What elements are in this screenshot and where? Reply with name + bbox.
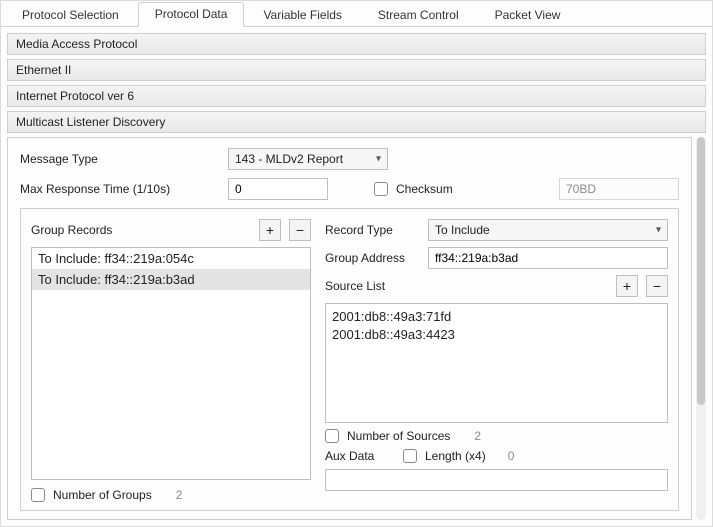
group-address-input[interactable] [428,247,668,269]
group-records-item[interactable]: To Include: ff34::219a:b3ad [32,269,310,290]
source-list[interactable]: 2001:db8::49a3:71fd 2001:db8::49a3:4423 [325,303,668,423]
num-groups-value: 2 [176,488,183,502]
row-record-type: Record Type To Include ▾ [325,219,668,241]
row-maxresp-checksum: Max Response Time (1/10s) Checksum [20,178,679,200]
message-type-value: 143 - MLDv2 Report [235,152,343,166]
message-type-select[interactable]: 143 - MLDv2 Report ▾ [228,148,388,170]
chevron-down-icon: ▾ [376,154,381,165]
section-eth[interactable]: Ethernet II [7,59,706,81]
group-records-remove-button[interactable]: − [289,219,311,241]
section-ipv6[interactable]: Internet Protocol ver 6 [7,85,706,107]
section-mac[interactable]: Media Access Protocol [7,33,706,55]
mld-panel-wrap: Message Type 143 - MLDv2 Report ▾ Max Re… [1,137,712,526]
num-groups-checkbox[interactable] [31,488,45,502]
max-resp-input[interactable] [228,178,328,200]
row-num-groups: Number of Groups 2 [31,488,311,502]
record-type-value: To Include [435,223,490,237]
group-records-area: Group Records + − To Include: ff34::219a… [20,208,679,511]
record-type-label: Record Type [325,223,420,237]
group-records-item[interactable]: To Include: ff34::219a:054c [32,248,310,269]
chevron-down-icon: ▾ [656,225,661,236]
section-mld[interactable]: Multicast Listener Discovery [7,111,706,133]
row-message-type: Message Type 143 - MLDv2 Report ▾ [20,148,679,170]
tab-variable-fields[interactable]: Variable Fields [246,3,358,27]
source-list-item[interactable]: 2001:db8::49a3:71fd [332,308,661,326]
num-groups-label: Number of Groups [53,488,152,502]
row-aux-data: Aux Data Length (x4) 0 [325,449,668,463]
tab-protocol-data[interactable]: Protocol Data [138,2,245,27]
source-list-item[interactable]: 2001:db8::49a3:4423 [332,326,661,344]
group-records-list[interactable]: To Include: ff34::219a:054c To Include: … [31,247,311,480]
checksum-value [559,178,679,200]
group-records-right: Record Type To Include ▾ Group Address S… [325,219,668,502]
aux-length-checkbox[interactable] [403,449,417,463]
group-records-add-button[interactable]: + [259,219,281,241]
tab-packet-view[interactable]: Packet View [478,3,578,27]
group-records-label: Group Records [31,223,112,237]
row-source-list-header: Source List + − [325,275,668,297]
source-list-remove-button[interactable]: − [646,275,668,297]
row-group-address: Group Address [325,247,668,269]
mld-panel: Message Type 143 - MLDv2 Report ▾ Max Re… [7,137,692,520]
max-resp-label: Max Response Time (1/10s) [20,182,220,196]
window: Protocol Selection Protocol Data Variabl… [0,0,713,527]
checksum-label: Checksum [396,182,453,196]
row-num-sources: Number of Sources 2 [325,429,668,443]
aux-data-input[interactable] [325,469,668,491]
tabstrip: Protocol Selection Protocol Data Variabl… [1,1,712,27]
protocol-sections: Media Access Protocol Ethernet II Intern… [1,27,712,137]
aux-length-value: 0 [508,449,515,463]
scrollbar-thumb[interactable] [697,137,705,405]
num-sources-value: 2 [474,429,481,443]
record-type-select[interactable]: To Include ▾ [428,219,668,241]
scrollbar-track [696,137,706,520]
panel-scrollbar[interactable] [696,137,706,520]
message-type-label: Message Type [20,152,220,166]
tab-stream-control[interactable]: Stream Control [361,3,476,27]
group-records-header: Group Records + − [31,219,311,241]
aux-data-label: Aux Data [325,449,395,463]
group-address-label: Group Address [325,251,420,265]
num-sources-checkbox[interactable] [325,429,339,443]
source-list-add-button[interactable]: + [616,275,638,297]
num-sources-label: Number of Sources [347,429,450,443]
aux-length-label: Length (x4) [425,449,486,463]
group-records-left: Group Records + − To Include: ff34::219a… [31,219,311,502]
tab-protocol-selection[interactable]: Protocol Selection [5,3,136,27]
checksum-checkbox[interactable] [374,182,388,196]
source-list-label: Source List [325,279,385,293]
